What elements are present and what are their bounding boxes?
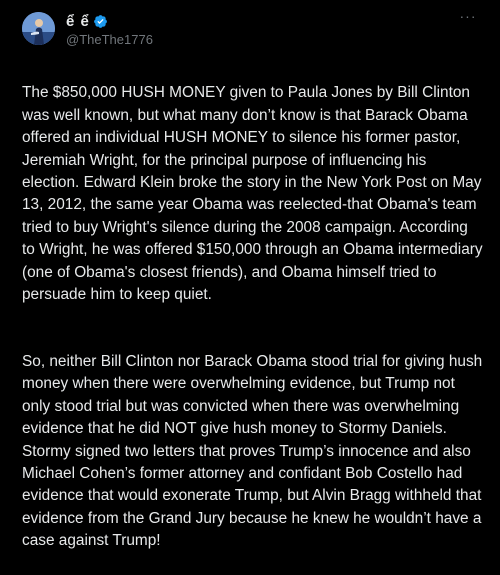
avatar[interactable] <box>22 12 55 45</box>
tweet-text: The $850,000 HUSH MONEY given to Paula J… <box>22 60 484 575</box>
more-options-icon[interactable]: ··· <box>458 8 478 24</box>
tweet-paragraph: So, neither Bill Clinton nor Barack Obam… <box>22 352 483 550</box>
tweet-paragraph: The $850,000 HUSH MONEY given to Paula J… <box>22 84 483 304</box>
tweet-header: ể ể @TheThe1776 <box>66 12 460 48</box>
avatar-image <box>22 12 55 45</box>
name-row: ể ể <box>66 12 460 30</box>
tweet: ể ể @TheThe1776 ··· The $850,000 HUSH MO… <box>0 0 500 549</box>
display-name[interactable]: ể ể <box>66 13 90 30</box>
handle[interactable]: @TheThe1776 <box>66 32 460 47</box>
verified-badge-icon <box>93 14 107 28</box>
